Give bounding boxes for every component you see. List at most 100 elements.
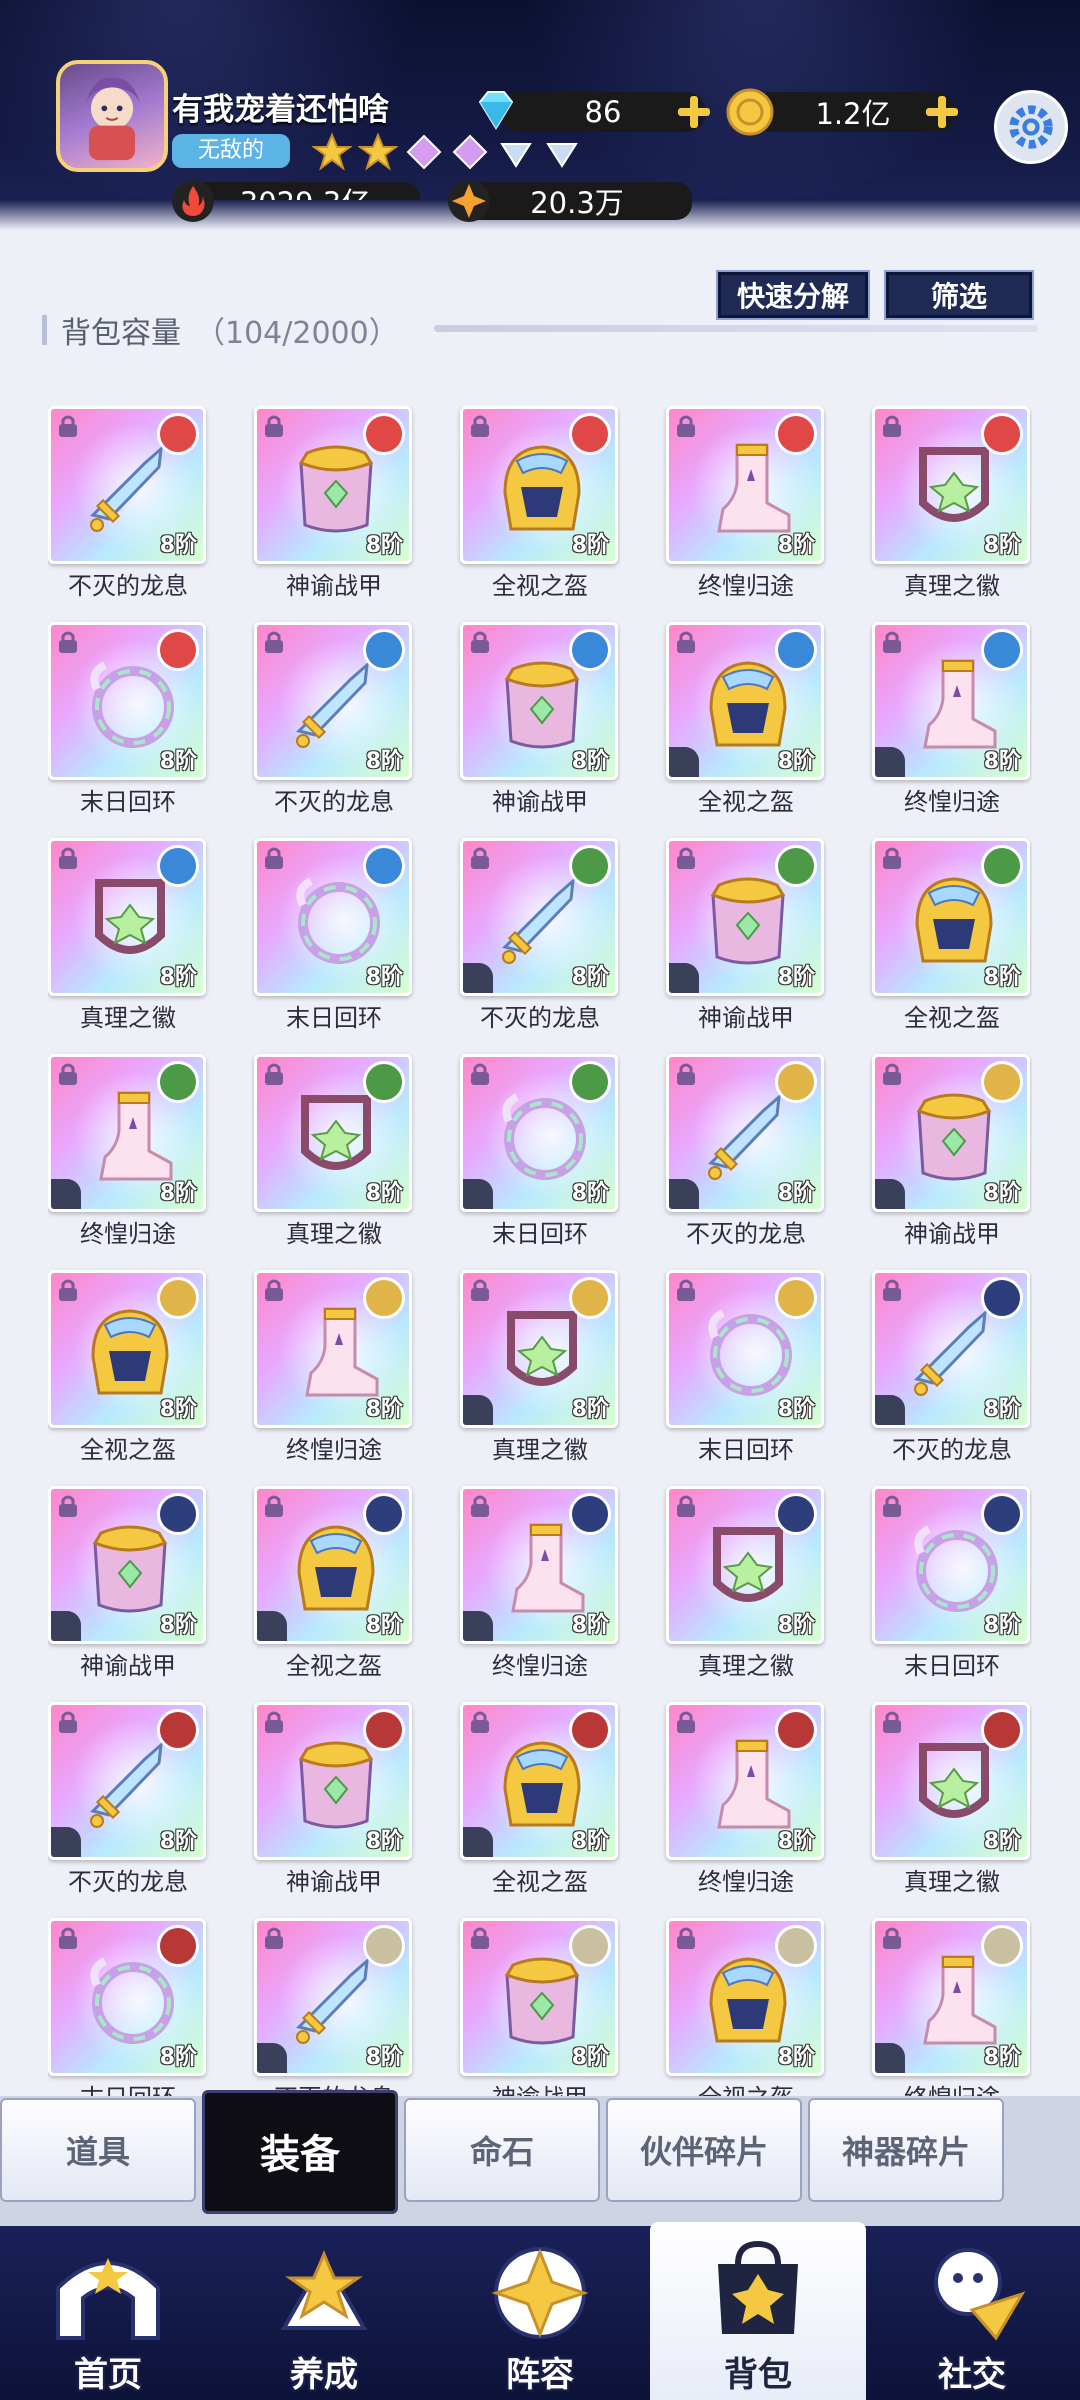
equipment-item[interactable]: 8阶 真理之徽 <box>48 838 208 1038</box>
equipment-item[interactable]: 8阶全视之盔 <box>254 1486 414 1686</box>
equipment-item[interactable]: 8阶不灭的龙息 <box>254 622 414 822</box>
equipment-item[interactable]: 8阶终惶归途 <box>666 1702 826 1902</box>
equipment-item[interactable]: 8阶终惶归途 <box>666 406 826 606</box>
equipment-item[interactable]: 8阶终惶归途 <box>872 1918 1032 2096</box>
nav-develop[interactable]: 养成 <box>216 2226 432 2400</box>
equipment-tile[interactable]: 8阶 <box>48 406 206 564</box>
equipment-tile[interactable]: 8阶 <box>254 622 412 780</box>
equipment-tile[interactable]: 8阶 <box>254 1702 412 1860</box>
equipment-item[interactable]: 8阶神谕战甲 <box>460 622 620 822</box>
equipment-tile[interactable]: 8阶 <box>48 1486 206 1644</box>
lock-icon[interactable] <box>673 629 699 655</box>
lock-icon[interactable] <box>261 1925 287 1951</box>
lock-icon[interactable] <box>673 1061 699 1087</box>
equipment-item[interactable]: 8阶末日回环 <box>666 1270 826 1470</box>
equipment-tile[interactable]: 8阶 <box>48 1054 206 1212</box>
equipment-tile[interactable]: 8阶 <box>872 622 1030 780</box>
lock-icon[interactable] <box>879 1493 905 1519</box>
lock-icon[interactable] <box>467 1493 493 1519</box>
equipment-item[interactable]: 8阶 真理之徽 <box>872 406 1032 606</box>
equipment-tile[interactable]: 8阶 <box>460 622 618 780</box>
equipment-tile[interactable]: 8阶 <box>666 622 824 780</box>
lock-icon[interactable] <box>55 1061 81 1087</box>
equipment-tile[interactable]: 8阶 <box>460 1054 618 1212</box>
equipment-item[interactable]: 8阶终惶归途 <box>460 1486 620 1686</box>
lock-icon[interactable] <box>673 1709 699 1735</box>
quick-dismantle-button[interactable]: 快速分解 <box>716 270 870 320</box>
equipment-tile[interactable]: 8阶 <box>666 406 824 564</box>
equipment-tile[interactable]: 8阶 <box>48 1918 206 2076</box>
equipment-tile[interactable]: 8阶 <box>48 1270 206 1428</box>
equipment-tile[interactable]: 8阶 <box>460 1486 618 1644</box>
add-diamonds-button[interactable] <box>674 92 714 132</box>
equipment-item[interactable]: 8阶终惶归途 <box>254 1270 414 1470</box>
equipment-item[interactable]: 8阶不灭的龙息 <box>666 1054 826 1254</box>
add-gold-button[interactable] <box>922 92 962 132</box>
lock-icon[interactable] <box>467 845 493 871</box>
equipment-item[interactable]: 8阶 真理之徽 <box>872 1702 1032 1902</box>
lock-icon[interactable] <box>879 845 905 871</box>
lock-icon[interactable] <box>879 1061 905 1087</box>
equipment-tile[interactable]: 8阶 <box>872 406 1030 564</box>
equipment-tile[interactable]: 8阶 <box>254 1054 412 1212</box>
equipment-item[interactable]: 8阶 真理之徽 <box>666 1486 826 1686</box>
lock-icon[interactable] <box>261 413 287 439</box>
tab-props[interactable]: 道具 <box>0 2098 196 2202</box>
lock-icon[interactable] <box>261 1709 287 1735</box>
equipment-item[interactable]: 8阶神谕战甲 <box>254 406 414 606</box>
lock-icon[interactable] <box>467 1277 493 1303</box>
tab-equipment[interactable]: 装备 <box>202 2090 398 2214</box>
equipment-item[interactable]: 8阶 真理之徽 <box>460 1270 620 1470</box>
nav-bag[interactable]: 背包 <box>650 2222 866 2400</box>
equipment-item[interactable]: 8阶全视之盔 <box>666 622 826 822</box>
player-avatar[interactable] <box>56 60 168 172</box>
equipment-tile[interactable]: 8阶 <box>460 406 618 564</box>
equipment-tile[interactable]: 8阶 <box>254 1270 412 1428</box>
equipment-tile[interactable]: 8阶 <box>872 1702 1030 1860</box>
lock-icon[interactable] <box>467 1061 493 1087</box>
tab-fate-stones[interactable]: 命石 <box>404 2098 600 2202</box>
lock-icon[interactable] <box>879 1925 905 1951</box>
equipment-item[interactable]: 8阶神谕战甲 <box>460 1918 620 2096</box>
equipment-item[interactable]: 8阶末日回环 <box>48 1918 208 2096</box>
equipment-tile[interactable]: 8阶 <box>666 1918 824 2076</box>
tab-artifact-fragments[interactable]: 神器碎片 <box>808 2098 1004 2202</box>
lock-icon[interactable] <box>467 1925 493 1951</box>
filter-button[interactable]: 筛选 <box>884 270 1034 320</box>
equipment-tile[interactable]: 8阶 <box>460 1918 618 2076</box>
lock-icon[interactable] <box>879 1277 905 1303</box>
equipment-item[interactable]: 8阶神谕战甲 <box>254 1702 414 1902</box>
nav-social[interactable]: 社交 <box>864 2226 1080 2400</box>
equipment-item[interactable]: 8阶 真理之徽 <box>254 1054 414 1254</box>
nav-formation[interactable]: 阵容 <box>432 2226 648 2400</box>
equipment-item[interactable]: 8阶末日回环 <box>48 622 208 822</box>
equipment-item[interactable]: 8阶全视之盔 <box>460 1702 620 1902</box>
equipment-tile[interactable]: 8阶 <box>872 838 1030 996</box>
lock-icon[interactable] <box>261 629 287 655</box>
equipment-tile[interactable]: 8阶 <box>254 1918 412 2076</box>
lock-icon[interactable] <box>261 845 287 871</box>
equipment-tile[interactable]: 8阶 <box>666 1702 824 1860</box>
tab-partner-fragments[interactable]: 伙伴碎片 <box>606 2098 802 2202</box>
equipment-tile[interactable]: 8阶 <box>872 1270 1030 1428</box>
lock-icon[interactable] <box>55 845 81 871</box>
equipment-item[interactable]: 8阶神谕战甲 <box>666 838 826 1038</box>
equipment-item[interactable]: 8阶末日回环 <box>460 1054 620 1254</box>
equipment-item[interactable]: 8阶末日回环 <box>872 1486 1032 1686</box>
lock-icon[interactable] <box>673 1925 699 1951</box>
lock-icon[interactable] <box>673 1493 699 1519</box>
equipment-tile[interactable]: 8阶 <box>48 838 206 996</box>
equipment-item[interactable]: 8阶终惶归途 <box>48 1054 208 1254</box>
equipment-item[interactable]: 8阶全视之盔 <box>872 838 1032 1038</box>
lock-icon[interactable] <box>467 1709 493 1735</box>
lock-icon[interactable] <box>673 1277 699 1303</box>
equipment-item[interactable]: 8阶全视之盔 <box>666 1918 826 2096</box>
lock-icon[interactable] <box>55 629 81 655</box>
lock-icon[interactable] <box>261 1061 287 1087</box>
equipment-item[interactable]: 8阶不灭的龙息 <box>48 1702 208 1902</box>
equipment-item[interactable]: 8阶不灭的龙息 <box>460 838 620 1038</box>
equipment-tile[interactable]: 8阶 <box>666 1270 824 1428</box>
equipment-tile[interactable]: 8阶 <box>460 1270 618 1428</box>
equipment-tile[interactable]: 8阶 <box>460 838 618 996</box>
equipment-tile[interactable]: 8阶 <box>666 1486 824 1644</box>
